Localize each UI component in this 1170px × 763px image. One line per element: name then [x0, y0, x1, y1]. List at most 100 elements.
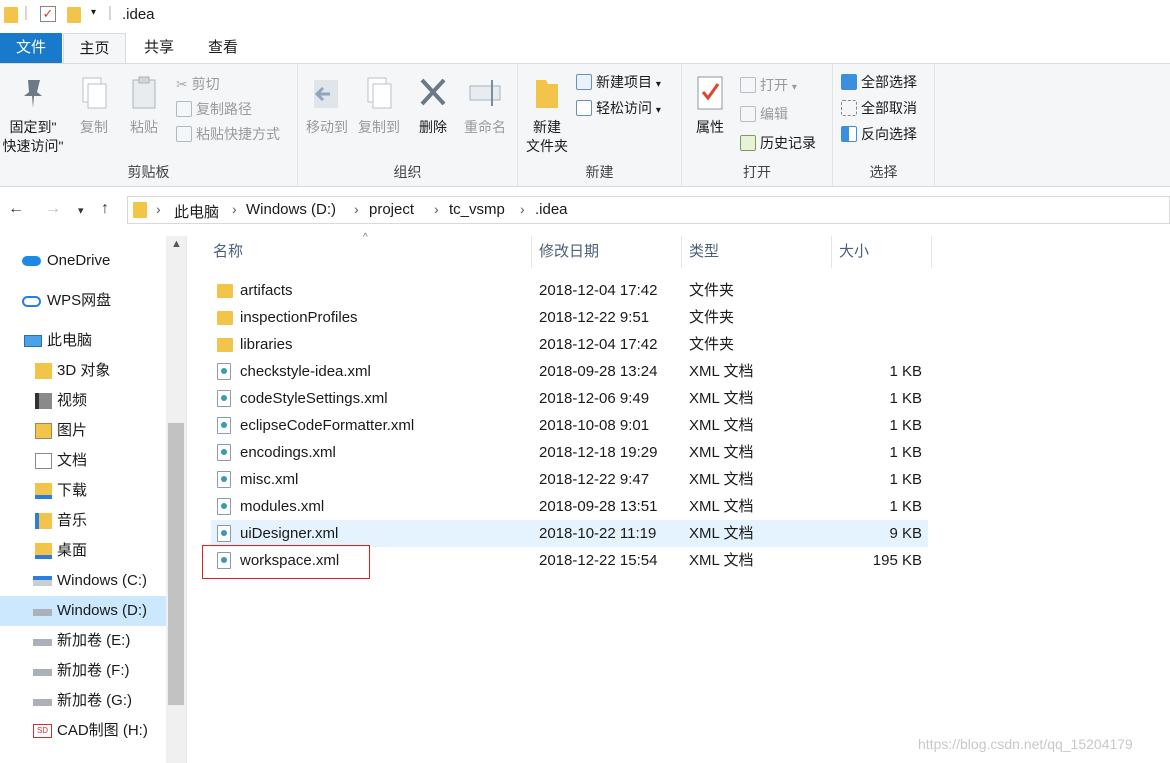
new-item-button[interactable]: 新建项目 ▾ — [576, 70, 661, 94]
file-row[interactable]: codeStyleSettings.xml 2018-12-06 9:49 XM… — [211, 385, 928, 412]
address-bar[interactable]: › 此电脑 › Windows (D:) › project › tc_vsmp… — [127, 196, 1170, 224]
copy-path-button[interactable]: 复制路径 — [176, 97, 252, 121]
breadcrumb-chevron-icon[interactable]: › — [354, 201, 359, 217]
nav-label: 桌面 — [57, 542, 88, 559]
breadcrumb-drive-d[interactable]: Windows (D:) — [246, 201, 336, 218]
nav-item-this-pc[interactable]: 此电脑 — [0, 326, 166, 356]
file-row[interactable]: inspectionProfiles 2018-12-22 9:51 文件夹 — [211, 304, 928, 331]
nav-item-pictures[interactable]: 图片 — [0, 416, 166, 446]
easy-access-label: 轻松访问 — [596, 100, 652, 116]
paste-shortcut-button[interactable]: 粘贴快捷方式 — [176, 122, 280, 146]
easy-access-icon — [576, 100, 592, 116]
nav-scrollbar[interactable]: ▲ — [166, 236, 186, 763]
pane-divider[interactable] — [186, 236, 187, 763]
nav-item-drive-g[interactable]: 新加卷 (G:) — [0, 686, 166, 716]
nav-item-desktop[interactable]: 桌面 — [0, 536, 166, 566]
scrollbar-thumb[interactable] — [168, 423, 184, 705]
tab-file[interactable]: 文件 — [0, 33, 62, 63]
tab-share[interactable]: 共享 — [130, 33, 188, 63]
cut-button[interactable]: ✂ 剪切 — [176, 72, 220, 96]
invert-selection-button[interactable]: 反向选择 — [841, 122, 917, 146]
column-divider[interactable] — [831, 236, 832, 268]
history-button[interactable]: 历史记录 — [740, 131, 816, 155]
back-arrow-icon[interactable]: ← — [8, 200, 24, 218]
nav-item-music[interactable]: 音乐 — [0, 506, 166, 536]
nav-item-drive-c[interactable]: Windows (C:) — [0, 566, 166, 596]
drive-icon — [33, 576, 52, 586]
breadcrumb-chevron-icon[interactable]: › — [232, 201, 237, 217]
breadcrumb-chevron-icon[interactable]: › — [434, 201, 439, 217]
tab-view[interactable]: 查看 — [194, 33, 252, 63]
nav-label: 图片 — [57, 422, 88, 439]
scroll-up-icon[interactable]: ▲ — [171, 238, 182, 250]
file-row[interactable]: misc.xml 2018-12-22 9:47 XML 文档 1 KB — [211, 466, 928, 493]
edit-button[interactable]: 编辑 — [740, 102, 788, 126]
nav-item-video[interactable]: 视频 — [0, 386, 166, 416]
customize-quick-access-icon[interactable]: ▾ — [91, 7, 96, 18]
column-divider[interactable] — [931, 236, 932, 268]
forward-arrow-icon[interactable]: → — [45, 200, 61, 218]
organize-group: 移动到 复制到 删除 重命名 组织 — [298, 64, 518, 186]
column-header-name[interactable]: 名称 — [213, 236, 243, 268]
copy-to-button[interactable]: 复制到 — [354, 74, 404, 137]
breadcrumb-tc-vsmp[interactable]: tc_vsmp — [449, 201, 505, 218]
open-button[interactable]: 打开 ▾ — [740, 73, 797, 97]
paste-shortcut-icon — [176, 126, 192, 142]
new-folder-quick-icon[interactable] — [67, 7, 81, 23]
column-divider[interactable] — [681, 236, 682, 268]
delete-button[interactable]: 删除 — [410, 74, 456, 137]
pin-quick-access-button[interactable]: 固定到" 快速访问" — [0, 74, 66, 156]
properties-quick-icon[interactable]: ✓ — [40, 6, 56, 22]
nav-item-drive-f[interactable]: 新加卷 (F:) — [0, 656, 166, 686]
title-bar: | ✓ ▾ | .idea — [0, 0, 1170, 32]
nav-item-downloads[interactable]: 下载 — [0, 476, 166, 506]
file-row-hovered[interactable]: uiDesigner.xml 2018-10-22 11:19 XML 文档 9… — [211, 520, 928, 547]
breadcrumb-this-pc[interactable]: 此电脑 — [174, 201, 219, 222]
rename-button[interactable]: 重命名 — [458, 74, 512, 137]
nav-item-documents[interactable]: 文档 — [0, 446, 166, 476]
file-row[interactable]: checkstyle-idea.xml 2018-09-28 13:24 XML… — [211, 358, 928, 385]
copy-label: 复制 — [80, 119, 108, 135]
nav-item-3d-objects[interactable]: 3D 对象 — [0, 356, 166, 386]
column-header-size[interactable]: 大小 — [839, 236, 869, 268]
nav-item-drive-e[interactable]: 新加卷 (E:) — [0, 626, 166, 656]
file-row[interactable]: encodings.xml 2018-12-18 19:29 XML 文档 1 … — [211, 439, 928, 466]
copy-to-label: 复制到 — [358, 119, 400, 135]
column-divider[interactable] — [531, 236, 532, 268]
nav-item-onedrive[interactable]: OneDrive — [0, 246, 166, 276]
tab-home[interactable]: 主页 — [63, 33, 126, 64]
new-folder-button[interactable]: 新建 文件夹 — [522, 74, 572, 156]
file-row[interactable]: artifacts 2018-12-04 17:42 文件夹 — [211, 277, 928, 304]
file-row[interactable]: modules.xml 2018-09-28 13:51 XML 文档 1 KB — [211, 493, 928, 520]
copy-icon — [77, 74, 111, 114]
file-size: 195 KB — [872, 552, 922, 569]
up-arrow-icon[interactable]: ↑ — [101, 200, 109, 218]
pin-icon — [16, 74, 50, 114]
file-row[interactable]: eclipseCodeFormatter.xml 2018-10-08 9:01… — [211, 412, 928, 439]
select-none-button[interactable]: 全部取消 — [841, 96, 917, 120]
nav-item-drive-h[interactable]: SD CAD制图 (H:) — [0, 716, 166, 746]
nav-item-drive-d[interactable]: Windows (D:) — [0, 596, 166, 626]
column-header-modified[interactable]: 修改日期 — [539, 236, 599, 268]
rename-label: 重命名 — [464, 119, 506, 135]
nav-item-wps[interactable]: WPS网盘 — [0, 286, 166, 316]
breadcrumb-project[interactable]: project — [369, 201, 414, 218]
copy-button[interactable]: 复制 — [72, 74, 116, 137]
copy-path-icon — [176, 101, 192, 117]
select-all-button[interactable]: 全部选择 — [841, 70, 917, 94]
new-folder-label-2: 文件夹 — [526, 138, 568, 154]
open-group: 属性 打开 ▾ 编辑 历史记录 打开 — [682, 64, 833, 186]
pictures-icon — [35, 423, 52, 439]
breadcrumb-chevron-icon[interactable]: › — [520, 201, 525, 217]
breadcrumb-idea[interactable]: .idea — [535, 201, 568, 218]
properties-button[interactable]: 属性 — [686, 74, 734, 137]
paste-button[interactable]: 粘贴 — [122, 74, 166, 137]
column-header-type[interactable]: 类型 — [689, 236, 719, 268]
breadcrumb-chevron-icon[interactable]: › — [156, 201, 161, 217]
new-group: 新建 文件夹 新建项目 ▾ 轻松访问 ▾ 新建 — [518, 64, 682, 186]
move-to-button[interactable]: 移动到 — [302, 74, 352, 137]
file-row[interactable]: libraries 2018-12-04 17:42 文件夹 — [211, 331, 928, 358]
easy-access-button[interactable]: 轻松访问 ▾ — [576, 96, 661, 120]
recent-locations-icon[interactable]: ▾ — [78, 204, 84, 217]
file-modified: 2018-12-06 9:49 — [539, 390, 650, 407]
